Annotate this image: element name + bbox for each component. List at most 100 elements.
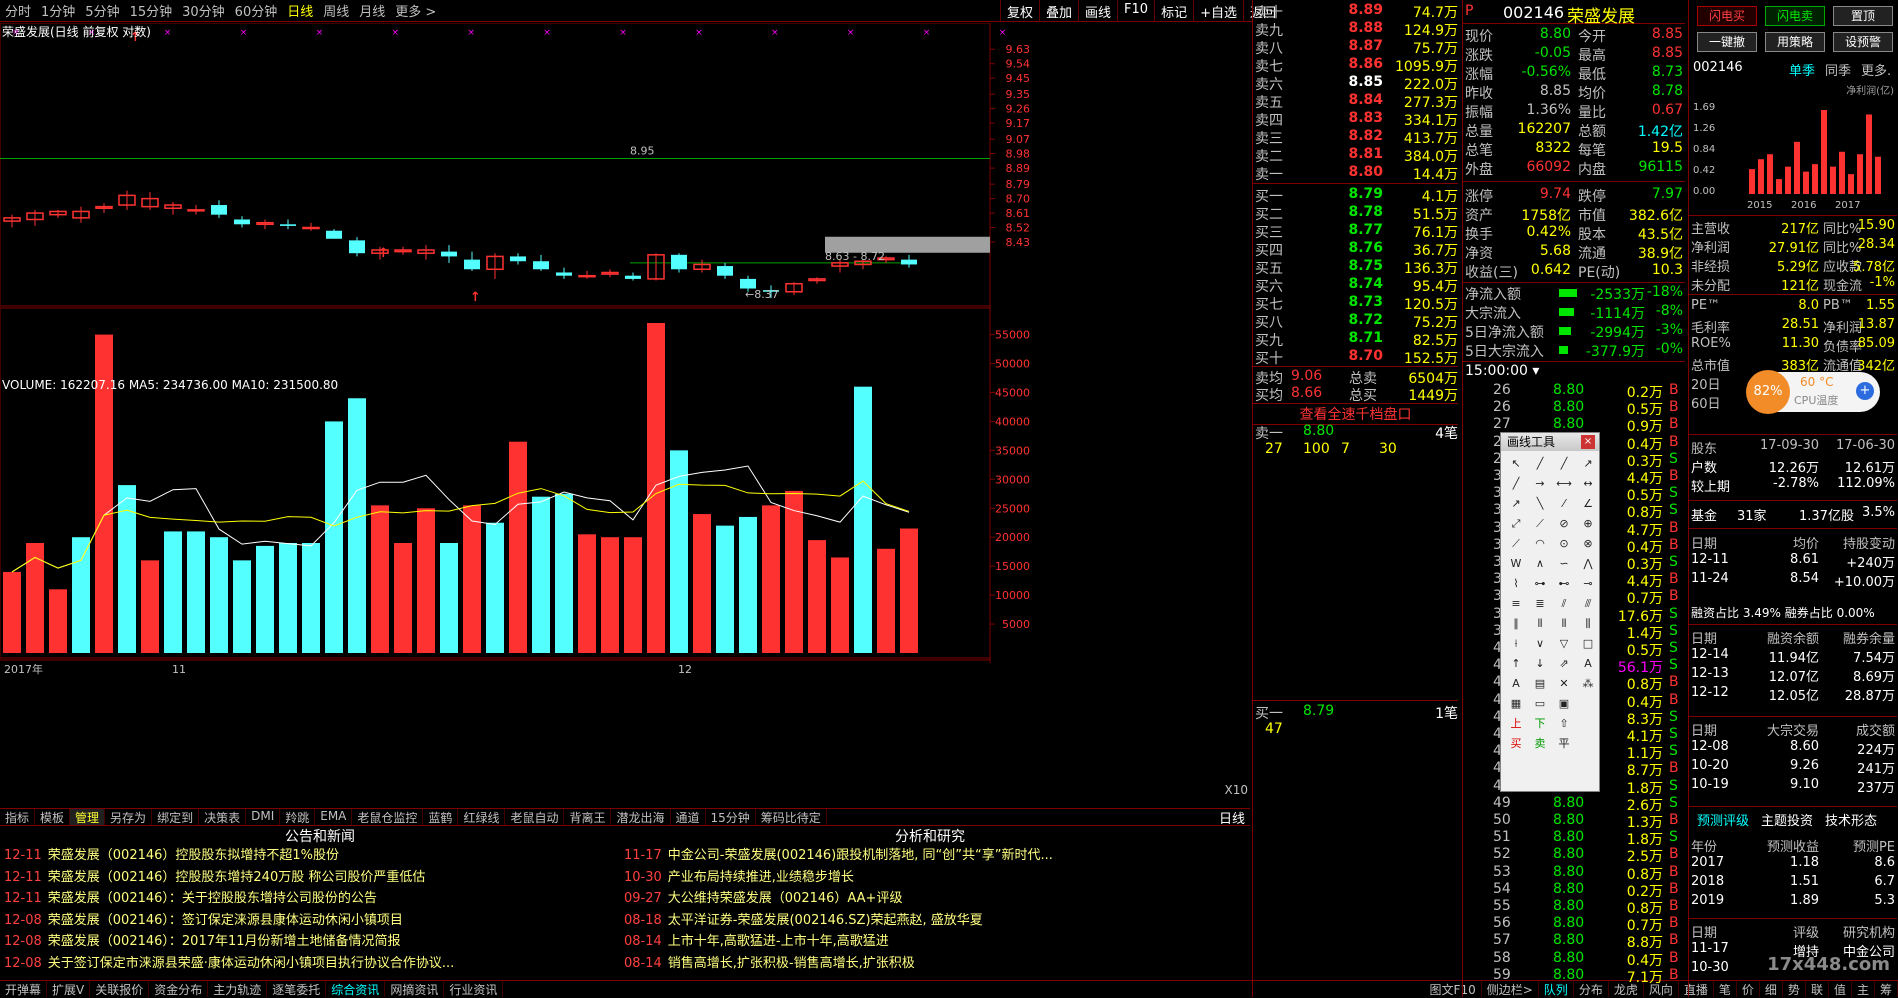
drawing-tool-icon[interactable]: ↗ <box>1577 455 1599 473</box>
drawing-tool-icon[interactable]: ⊷ <box>1553 575 1575 593</box>
drawing-tool-window[interactable]: 画线工具 × ↖ ╱ ╱ ↗ ╱ → ⟷ ↔ ↗ ╲ ⁄ ∠ ⤢ ⟋ ⊘ ⊕ ⟋ ◠ ⊙ ⊗ W ∧ ∽ ⋀ ⌇ ⊶ ⊷ ⊸ ≡ ≣ ⫽ ⫻ ∥ ⦀… <box>1500 432 1600 792</box>
drawing-tool-icon[interactable]: ⟋ <box>1505 535 1527 553</box>
drawing-tool-icon[interactable]: ⫼ <box>1577 615 1599 633</box>
drawing-tool-icon[interactable]: ⇗ <box>1553 655 1575 673</box>
indicator-tab-6[interactable]: DMI <box>246 809 281 825</box>
news-item[interactable]: 12-08 荣盛发展（002146）：签订保定涞源县康体运动休闲小镇项目 <box>0 909 640 931</box>
indicator-tab-0[interactable]: 指标 <box>0 809 36 825</box>
indicator-tab-7[interactable]: 羚跳 <box>280 809 316 825</box>
tab-4[interactable]: 30分钟 <box>177 1 230 20</box>
drawing-tool-icon[interactable]: ∥ <box>1505 615 1527 633</box>
tab-1[interactable]: 1分钟 <box>36 1 80 20</box>
drawing-tool-icon[interactable]: □ <box>1577 635 1599 653</box>
far-button-2[interactable]: 置顶 <box>1833 6 1893 26</box>
toolbar-button-3[interactable]: F10 <box>1117 0 1154 22</box>
drawing-tool-icon[interactable]: ◠ <box>1529 535 1551 553</box>
drawing-tool-icon[interactable]: 卖 <box>1529 735 1551 753</box>
drawing-tool-icon[interactable]: ▭ <box>1529 695 1551 713</box>
drawing-tool-icon[interactable]: ≣ <box>1529 595 1551 613</box>
far-tab-0[interactable]: 单季 <box>1789 60 1815 79</box>
drawing-tool-icon[interactable]: ⊗ <box>1577 535 1599 553</box>
drawing-tool-icon[interactable]: 下 <box>1529 715 1551 733</box>
far-tab-1[interactable]: 同季 <box>1825 60 1851 79</box>
drawing-tool-icon[interactable]: ▣ <box>1553 695 1575 713</box>
bottom-tab-4[interactable]: 主力轨迹 <box>208 981 268 997</box>
indicator-tab-8[interactable]: EMA <box>315 809 353 825</box>
far-button-1[interactable]: 闪电卖 <box>1765 6 1825 26</box>
indicator-tab-1[interactable]: 模板 <box>35 809 71 825</box>
tab-9[interactable]: 更多 > <box>390 1 441 20</box>
tab-8[interactable]: 月线 <box>354 1 390 20</box>
news-item[interactable]: 12-08 关于签订保定市涞源县荣盛·康体运动休闲小镇项目执行协议合作协议... <box>0 952 640 974</box>
drawing-tool-icon[interactable]: ⦀ <box>1553 615 1575 633</box>
drawing-tool-icon[interactable]: ⊕ <box>1577 515 1599 533</box>
drawing-tool-icon[interactable]: ↗ <box>1505 495 1527 513</box>
drawing-tool-icon[interactable]: ✕ <box>1553 675 1575 693</box>
news-item[interactable]: 12-08 荣盛发展（002146）：2017年11月份新增土地储备情况简报 <box>0 930 640 952</box>
drawing-tool-icon[interactable]: ⊶ <box>1529 575 1551 593</box>
bottom-tab-3[interactable]: 资金分布 <box>149 981 209 997</box>
news-item[interactable]: 10-30 产业布局持续推进,业绩稳步增长 <box>620 866 1240 888</box>
bottom-tab-7[interactable]: 网摘资讯 <box>385 981 445 997</box>
drawing-tool-icon[interactable]: ↖ <box>1505 455 1527 473</box>
cpu-widget[interactable]: 82% 60 °C CPU温度 + <box>1746 370 1880 414</box>
indicator-tab-14[interactable]: 潜龙出海 <box>611 809 671 825</box>
news-item[interactable]: 11-17 中金公司-荣盛发展(002146)跟投机制落地, 同“创”共“享”新时… <box>620 844 1240 866</box>
drawing-tool-icon[interactable]: 上 <box>1505 715 1527 733</box>
indicator-tab-15[interactable]: 通道 <box>671 809 706 825</box>
drawing-tool-icon[interactable]: 平 <box>1553 735 1575 753</box>
toolbar-button-1[interactable]: 叠加 <box>1039 0 1078 22</box>
drawing-tool-icon[interactable]: ⌇ <box>1505 575 1527 593</box>
indicator-tab-5[interactable]: 决策表 <box>199 809 247 825</box>
drawing-tool-icon[interactable]: ⊸ <box>1577 575 1599 593</box>
indicator-tab-16[interactable]: 15分钟 <box>706 809 756 825</box>
news-item[interactable]: 08-14 上市十年,高歌猛进-上市十年,高歌猛进 <box>620 930 1240 952</box>
toolbar-button-2[interactable]: 画线 <box>1078 0 1117 22</box>
bottom-tab-5[interactable]: 逐笔委托 <box>267 981 327 997</box>
indicator-tab-11[interactable]: 红绿线 <box>458 809 506 825</box>
drawing-tool-icon[interactable]: ≡ <box>1505 595 1527 613</box>
drawing-tool-icon[interactable]: ⤢ <box>1505 515 1527 533</box>
drawing-tool-icon[interactable]: ▤ <box>1529 675 1551 693</box>
drawing-tool-icon[interactable]: ↑ <box>1505 655 1527 673</box>
drawing-tool-icon[interactable]: ∨ <box>1529 635 1551 653</box>
indicator-tab-13[interactable]: 背离王 <box>564 809 612 825</box>
drawing-tool-icon[interactable]: ╱ <box>1553 455 1575 473</box>
toolbar-button-0[interactable]: 复权 <box>1000 0 1039 22</box>
drawing-tool-icon[interactable]: ▦ <box>1505 695 1527 713</box>
drawing-tool-icon[interactable]: ⟷ <box>1553 475 1575 493</box>
indicator-tab-12[interactable]: 老鼠自动 <box>505 809 565 825</box>
drawing-tool-icon[interactable]: ╱ <box>1529 455 1551 473</box>
drawing-tool-icon[interactable] <box>1577 735 1599 753</box>
far-button-3[interactable]: 一键撤 <box>1697 32 1757 52</box>
plus-icon[interactable]: + <box>1856 382 1874 400</box>
bottom-tab-8[interactable]: 行业资讯 <box>444 981 504 997</box>
far-tab-2[interactable]: 更多. <box>1861 60 1891 79</box>
indicator-tab-9[interactable]: 老鼠仓监控 <box>352 809 424 825</box>
tab-7[interactable]: 周线 <box>318 1 354 20</box>
deep-book-link[interactable]: 查看全速千档盘口 <box>1253 403 1458 425</box>
news-item[interactable]: 08-14 销售高增长,扩张积极-销售高增长,扩张积极 <box>620 952 1240 974</box>
kline-chart[interactable]: 9.63 9.549.45 9.35 9.269.17 9.07 8.988.89 8.79… <box>0 23 1250 808</box>
drawing-tool-icon[interactable]: ⁄ <box>1553 495 1575 513</box>
drawing-tool-icon[interactable]: ⟋ <box>1529 515 1551 533</box>
indicator-tab-10[interactable]: 蓝鹤 <box>423 809 459 825</box>
drawing-tool-icon[interactable]: → <box>1529 475 1551 493</box>
drawing-tool-icon[interactable]: 买 <box>1505 735 1527 753</box>
news-item[interactable]: 12-11 荣盛发展（002146）控股股东增持240万股 称公司股价严重低估 <box>0 866 640 888</box>
tab-3[interactable]: 15分钟 <box>125 1 178 20</box>
drawing-tool-icon[interactable]: A <box>1577 655 1599 673</box>
drawing-tool-icon[interactable]: ⊘ <box>1553 515 1575 533</box>
drawing-tool-icon[interactable]: ∠ <box>1577 495 1599 513</box>
toolbar-button-5[interactable]: +自选 <box>1193 0 1243 22</box>
drawing-tool-icon[interactable]: ∽ <box>1553 555 1575 573</box>
rating-tab-0[interactable]: 预测评级 <box>1697 810 1749 829</box>
tab-6[interactable]: 日线 <box>282 1 318 20</box>
tab-0[interactable]: 分时 <box>0 1 36 20</box>
drawing-tool-icon[interactable]: ⦀ <box>1529 615 1551 633</box>
toolbar-button-4[interactable]: 标记 <box>1154 0 1193 22</box>
drawing-tool-icon[interactable] <box>1577 715 1599 733</box>
drawing-tool-icon[interactable]: ⁂ <box>1577 675 1599 693</box>
drawing-tool-icon[interactable]: ⊙ <box>1553 535 1575 553</box>
indicator-tab-4[interactable]: 绑定到 <box>152 809 200 825</box>
